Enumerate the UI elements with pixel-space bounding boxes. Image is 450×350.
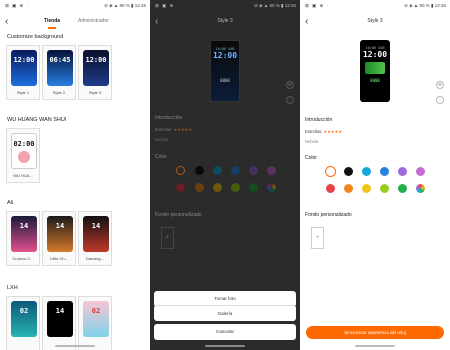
zoom-icon[interactable]: ⊕ [286, 81, 294, 89]
watchface-preview: 10/06 SAB 12:00 8000 [210, 40, 240, 102]
home-indicator [205, 345, 245, 347]
stars-label: Estrellas: ★★★★★ [305, 129, 343, 134]
watchface-card[interactable]: 14 Cuckoo C... [6, 211, 40, 266]
heart-icon[interactable]: ♡ [436, 96, 444, 104]
watchface-card[interactable]: 06:45 Style 2 [42, 45, 76, 100]
card-label: Dancing... [85, 256, 104, 261]
watchface-preview: 02 [83, 301, 109, 337]
watchface-card[interactable]: 14 Dancing... [78, 211, 112, 266]
section-title: LXH [7, 285, 18, 291]
author-label: Nebula [155, 137, 169, 142]
card-label: Style 3 [88, 90, 102, 95]
card-label: Little Ch... [49, 256, 68, 261]
watchface-preview: 10/06 SAB 12:00 8000 [360, 40, 390, 102]
intro-label: Introducción [305, 117, 333, 123]
color-swatch[interactable] [176, 166, 185, 175]
color-swatch[interactable] [362, 167, 371, 176]
detail-screen: ⊠ ▣ ⊕ · ⊘ ◈ ▲ 90 % ▮ 12:46 ‹ Style 3 10/… [300, 0, 450, 350]
heart-icon[interactable]: ♡ [286, 96, 294, 104]
zoom-icon[interactable]: ⊕ [436, 81, 444, 89]
color-swatch[interactable] [398, 184, 407, 193]
status-right: ⊘ ◈ ▲ 90 % ▮ 12:46 [254, 3, 296, 8]
color-swatch[interactable] [344, 184, 353, 193]
color-swatch[interactable] [231, 166, 240, 175]
status-bar: ⊠ ▣ ⊕ · ⊘ ◈ ▲ 90 % ▮ 12:46 [300, 0, 450, 12]
watchface-preview: 12:00 [83, 50, 109, 86]
sync-button[interactable]: Sincronizar apariencia del reloj [306, 326, 444, 339]
stars-label: Estrellas: ★★★★★ [155, 127, 193, 132]
card-label: Style 2 [52, 90, 66, 95]
top-bar: ‹ Style 3 [150, 12, 300, 32]
author-label: Nebula [305, 139, 319, 144]
custom-bg-label: Fondo personalizado [305, 212, 352, 218]
tab-store[interactable]: Tienda [44, 16, 60, 29]
watchface-card[interactable]: 12:00 Style 3 [78, 45, 112, 100]
watchface-preview: 14 [47, 216, 73, 252]
notification-icons: ⊠ ▣ ⊕ · [5, 3, 30, 8]
card-label: WU HUA... [13, 173, 33, 178]
section-title: Customize background [7, 34, 64, 40]
cancel-option[interactable]: Cancelar [154, 324, 296, 340]
watchface-preview: 14 [11, 216, 37, 252]
page-title: Style 3 [217, 18, 233, 24]
watchface-preview: 06:45 [47, 50, 73, 86]
color-label: Color [155, 154, 167, 160]
section-title: WU HUANG WAN SHUI [7, 117, 67, 123]
add-background-button[interactable]: + [311, 227, 324, 249]
card-label: Cuckoo C... [12, 256, 34, 261]
color-swatch[interactable] [176, 183, 185, 192]
tab-admin[interactable]: Administrador [78, 16, 109, 26]
color-label: Color [305, 155, 317, 161]
color-swatch[interactable] [398, 167, 407, 176]
notification-icons: ⊠ ▣ ⊕ · [305, 3, 330, 8]
custom-bg-label: Fondo personalizado [155, 212, 202, 218]
color-swatch[interactable] [380, 167, 389, 176]
rainbow-swatch[interactable] [267, 183, 276, 192]
watchface-card[interactable]: 02 [6, 296, 40, 350]
page-title: Style 3 [367, 18, 383, 24]
color-swatch[interactable] [267, 166, 276, 175]
color-swatch[interactable] [231, 183, 240, 192]
watchface-card[interactable]: 02:00 WU HUA... [6, 128, 40, 183]
color-swatch[interactable] [195, 183, 204, 192]
home-indicator [355, 345, 395, 347]
status-bar: ⊠ ▣ ⊕ · ⊘ ◈ ▲ 90 % ▮ 12:46 [150, 0, 300, 12]
color-swatch[interactable] [213, 183, 222, 192]
detail-screen-with-sheet: ⊠ ▣ ⊕ · ⊘ ◈ ▲ 90 % ▮ 12:46 ‹ Style 3 10/… [150, 0, 300, 350]
status-right: ⊘ ◈ ▲ 90 % ▮ 12:46 [104, 3, 146, 8]
watchface-card[interactable]: 14 Little Ch... [42, 211, 76, 266]
watchface-preview: 14 [47, 301, 73, 337]
color-swatch[interactable] [344, 167, 353, 176]
watchface-preview: 02 [11, 301, 37, 337]
watchface-preview: 14 [83, 216, 109, 252]
store-screen: ⊠ ▣ ⊕ · ⊘ ◈ ▲ 90 % ▮ 12:46 ‹ Tienda Admi… [0, 0, 150, 350]
intro-label: Introducción [155, 115, 183, 121]
color-swatch[interactable] [416, 167, 425, 176]
watchface-card[interactable]: 02 [78, 296, 112, 350]
top-bar: ‹ Tienda Administrador [0, 12, 150, 32]
section-title: Ali [7, 200, 14, 206]
add-background-button[interactable]: + [161, 227, 174, 249]
watchface-card[interactable]: 12:00 Style 1 [6, 45, 40, 100]
color-swatch-white[interactable] [325, 166, 336, 177]
color-swatch[interactable] [380, 184, 389, 193]
color-swatch[interactable] [213, 166, 222, 175]
notification-icons: ⊠ ▣ ⊕ · [155, 3, 180, 8]
color-swatch[interactable] [249, 183, 258, 192]
rainbow-swatch[interactable] [416, 184, 425, 193]
watchface-card[interactable]: 14 [42, 296, 76, 350]
card-label: Style 1 [16, 90, 30, 95]
watchface-preview: 02:00 [11, 133, 37, 169]
color-swatch[interactable] [362, 184, 371, 193]
status-right: ⊘ ◈ ▲ 90 % ▮ 12:46 [404, 3, 446, 8]
gallery-option[interactable]: Galería [154, 305, 296, 321]
status-bar: ⊠ ▣ ⊕ · ⊘ ◈ ▲ 90 % ▮ 12:46 [0, 0, 150, 12]
home-indicator [55, 345, 95, 347]
color-swatch[interactable] [195, 166, 204, 175]
top-bar: ‹ Style 3 [300, 12, 450, 32]
color-swatch[interactable] [326, 184, 335, 193]
color-swatch[interactable] [249, 166, 258, 175]
watchface-preview: 12:00 [11, 50, 37, 86]
